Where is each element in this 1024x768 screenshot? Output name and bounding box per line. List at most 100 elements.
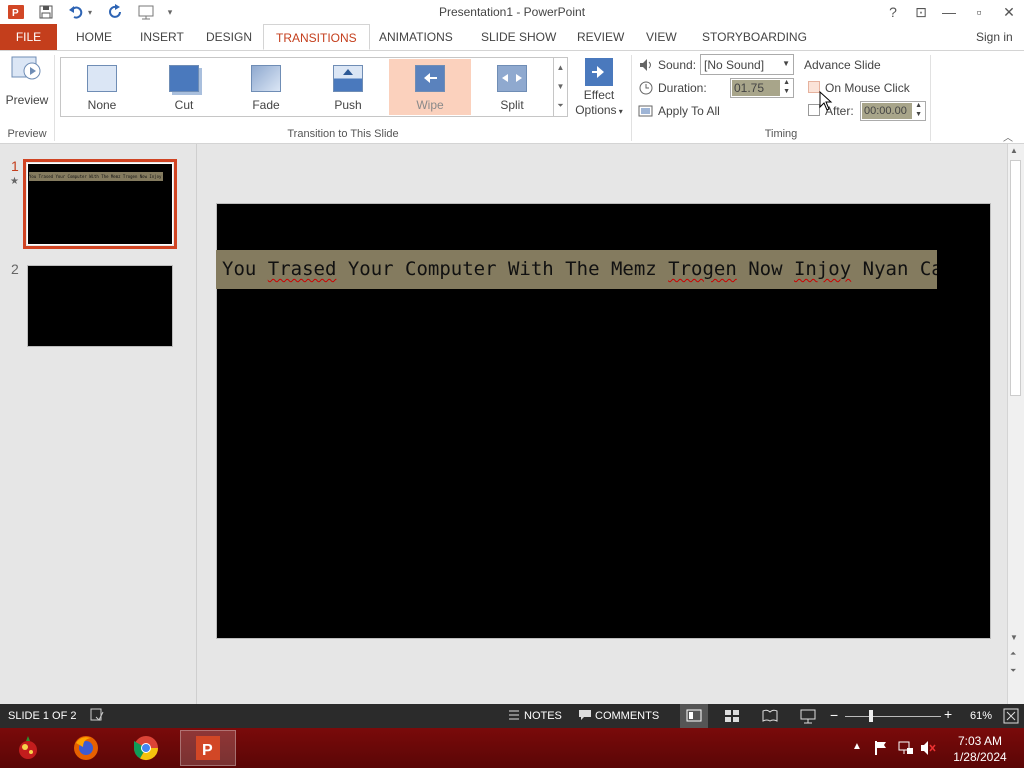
zoom-level[interactable]: 61% (970, 710, 992, 722)
slide-thumbnail-2[interactable] (27, 265, 173, 347)
slide-count-status: SLIDE 1 OF 2 (8, 710, 77, 722)
tab-home[interactable]: HOME (64, 24, 124, 50)
group-divider (930, 55, 931, 141)
effect-options-button[interactable]: Effect Options ▾ (574, 55, 624, 125)
after-value: 00:00.00 (862, 103, 912, 119)
slide-text: Nyan Cat. (862, 258, 937, 280)
tab-review[interactable]: REVIEW (565, 24, 636, 50)
apply-to-all-icon (638, 103, 654, 119)
thumbnail-text: You Trased Your Computer With The Memz T… (29, 172, 163, 181)
spell-check-icon[interactable] (90, 708, 104, 725)
after-spinner[interactable]: 00:00.00 ▲ ▼ (860, 101, 926, 121)
tab-file[interactable]: FILE (0, 24, 57, 50)
scroll-thumb[interactable] (1010, 160, 1021, 396)
zoom-out-icon[interactable]: − (830, 707, 838, 723)
reading-view-icon[interactable] (762, 708, 778, 727)
status-bar: SLIDE 1 OF 2 NOTES COMMENTS − + 61% (0, 704, 1024, 728)
collapse-ribbon-icon[interactable]: ︿ (1003, 129, 1015, 144)
transition-none-icon (87, 65, 117, 92)
duration-spinner[interactable]: 01.75 ▲ ▼ (730, 78, 794, 98)
clock-time: 7:03 AM (957, 734, 1003, 748)
slide-text: Now (736, 258, 794, 280)
transition-fade[interactable]: Fade (225, 59, 307, 115)
preview-button[interactable]: Preview (4, 55, 50, 113)
zoom-in-icon[interactable]: + (944, 706, 952, 722)
spin-down-icon[interactable]: ▼ (783, 88, 790, 95)
volume-muted-icon[interactable] (920, 740, 936, 761)
vertical-scrollbar[interactable]: ▲ ▼ ⏶ ⏷ (1007, 144, 1024, 704)
ribbon-display-options-icon[interactable]: ⊡ (906, 0, 936, 24)
transition-fade-label: Fade (252, 98, 280, 112)
comments-button[interactable]: COMMENTS (595, 710, 659, 722)
sound-label: Sound: (658, 58, 697, 72)
misspelled-word: Trogen (668, 258, 737, 280)
tab-design[interactable]: DESIGN (194, 24, 264, 50)
maximize-button[interactable]: ▫ (964, 0, 994, 24)
system-clock[interactable]: 7:03 AM 1/28/2024 (944, 733, 1016, 765)
group-divider (54, 55, 55, 141)
firefox-icon[interactable] (58, 730, 114, 766)
network-icon[interactable] (898, 740, 914, 761)
powerpoint-taskbar-icon[interactable]: P (180, 730, 236, 766)
spin-up-icon[interactable]: ▲ (915, 102, 922, 109)
tab-animations[interactable]: ANIMATIONS (367, 24, 465, 50)
normal-view-icon[interactable] (680, 704, 708, 728)
misspelled-word: Trased (267, 258, 337, 280)
sound-value: [No Sound] (704, 58, 765, 72)
apply-to-all-button[interactable]: Apply To All (658, 104, 720, 118)
transition-cut-label: Cut (174, 98, 194, 112)
clock-icon (638, 80, 654, 96)
transition-none-label: None (87, 98, 117, 112)
sound-icon (638, 57, 654, 73)
gallery-more-icon[interactable]: ⏷ (553, 96, 567, 116)
spin-up-icon[interactable]: ▲ (783, 79, 790, 86)
chrome-icon[interactable] (118, 730, 174, 766)
zoom-slider-thumb[interactable] (869, 710, 873, 722)
tab-transitions[interactable]: TRANSITIONS (263, 24, 370, 50)
tab-storyboarding[interactable]: STORYBOARDING (690, 24, 819, 50)
tab-view[interactable]: VIEW (634, 24, 689, 50)
notes-button[interactable]: NOTES (524, 710, 562, 722)
transition-split[interactable]: Split (471, 59, 553, 115)
previous-slide-icon[interactable]: ⏶ (1010, 649, 1016, 659)
sign-in-link[interactable]: Sign in (976, 24, 1013, 50)
sound-dropdown[interactable]: [No Sound] ▼ (700, 54, 794, 75)
transition-group-label: Transition to This Slide (287, 128, 399, 140)
animation-star-icon: ★ (10, 176, 19, 187)
minimize-button[interactable]: — (934, 0, 964, 24)
close-button[interactable]: ✕ (994, 0, 1024, 24)
transition-none[interactable]: None (61, 59, 143, 115)
slide-thumbnail-1[interactable]: You Trased Your Computer With The Memz T… (23, 159, 177, 249)
scroll-down-icon[interactable]: ▼ (1010, 633, 1018, 642)
gallery-scroll-up-icon[interactable]: ▲ (553, 58, 567, 77)
transition-cut[interactable]: Cut (143, 59, 225, 115)
slide-number: 2 (11, 261, 19, 277)
transition-wipe[interactable]: Wipe (389, 59, 471, 115)
slide-text: You (222, 258, 268, 280)
transition-split-icon (497, 65, 527, 92)
action-center-flag-icon[interactable] (874, 740, 888, 761)
slide-text-box[interactable]: You Trased Your Computer With The Memz T… (216, 250, 937, 289)
tab-slide-show[interactable]: SLIDE SHOW (469, 24, 568, 50)
effect-options-label-1: Effect (583, 88, 615, 102)
effect-options-icon (584, 57, 614, 87)
fit-slide-to-window-icon[interactable] (1003, 708, 1019, 727)
on-mouse-click-label: On Mouse Click (825, 81, 910, 95)
transition-wipe-icon (415, 65, 445, 92)
help-button[interactable]: ? (878, 0, 908, 24)
slide-number: 1 (11, 158, 19, 174)
slide-show-icon[interactable] (800, 708, 816, 727)
transition-push[interactable]: Push (307, 59, 389, 115)
show-hidden-icons-icon[interactable]: ▲ (852, 741, 862, 752)
gallery-scroll-down-icon[interactable]: ▼ (553, 77, 567, 96)
tab-insert[interactable]: INSERT (128, 24, 196, 50)
zoom-slider[interactable] (845, 716, 941, 717)
spin-down-icon[interactable]: ▼ (915, 111, 922, 118)
ribbon: Preview Preview None Cut Fade Push Wipe (0, 50, 1024, 144)
start-button-icon[interactable] (0, 730, 56, 766)
clock-date: 1/28/2024 (953, 750, 1007, 764)
next-slide-icon[interactable]: ⏷ (1010, 666, 1016, 676)
transitions-gallery: None Cut Fade Push Wipe Split ▲ ▼ ⏷ (60, 57, 568, 117)
slide-sorter-icon[interactable] (724, 708, 740, 727)
scroll-up-icon[interactable]: ▲ (1010, 146, 1018, 155)
